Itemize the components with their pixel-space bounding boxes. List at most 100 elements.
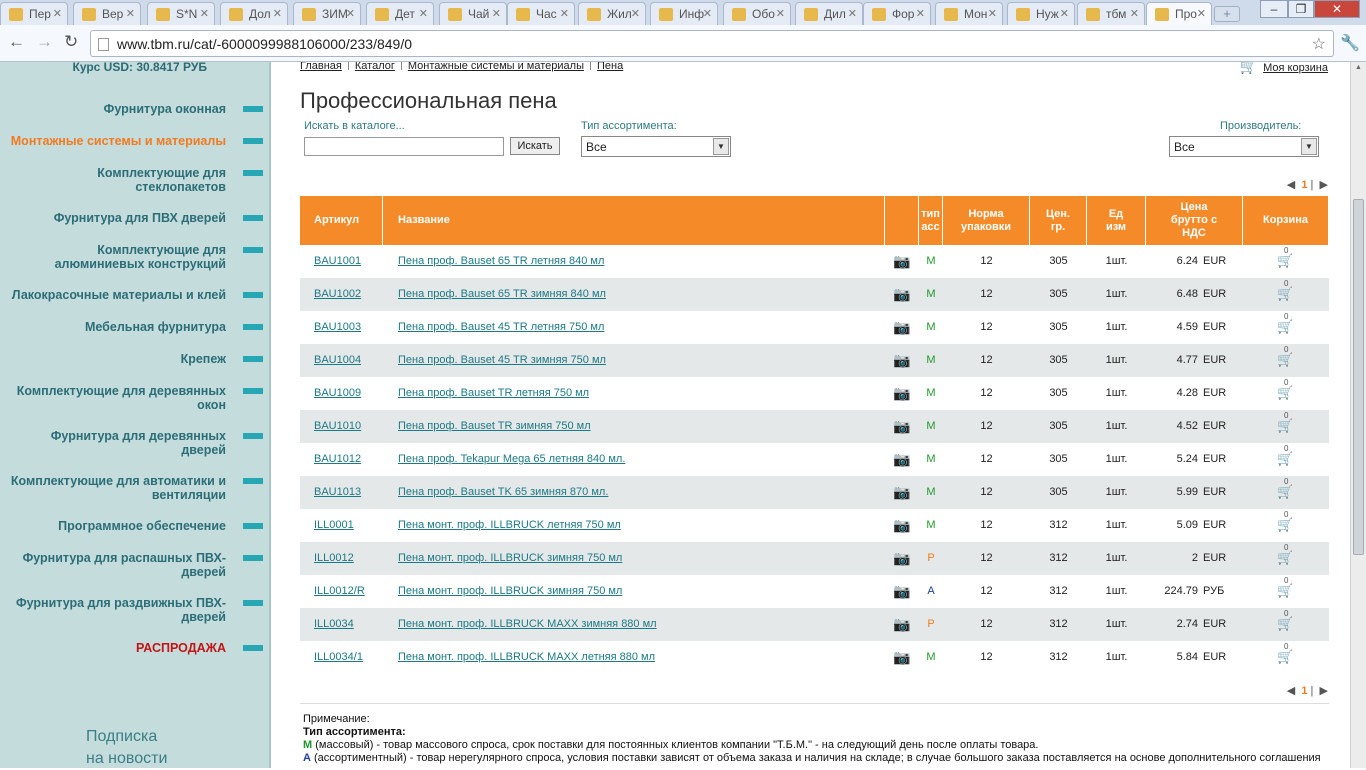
camera-icon[interactable]: 📷	[885, 641, 919, 674]
tab-1[interactable]: Вер ✕	[73, 2, 141, 25]
add-to-cart-icon[interactable]: 🛒	[1277, 517, 1293, 533]
camera-icon[interactable]: 📷	[885, 443, 919, 476]
address-bar[interactable]: www.tbm.ru/cat/-6000099988106000/233/849…	[90, 30, 1334, 57]
close-tab-icon[interactable]: ✕	[988, 7, 997, 20]
page-scrollbar[interactable]: ▲	[1350, 62, 1366, 768]
product-name-link[interactable]: Пена монт. проф. ILLBRUCK MAXX летняя 88…	[398, 641, 655, 674]
close-tab-icon[interactable]: ✕	[1130, 7, 1139, 20]
search-input[interactable]	[304, 137, 504, 156]
close-tab-icon[interactable]: ✕	[776, 7, 785, 20]
pager-next-icon[interactable]: ▶	[1320, 685, 1328, 697]
my-cart-link[interactable]: Моя корзина	[1263, 62, 1328, 74]
sidebar-item-6[interactable]: Мебельная фурнитура	[85, 320, 226, 334]
tab-5[interactable]: Дет ✕	[366, 2, 434, 25]
close-tab-icon[interactable]: ✕	[346, 7, 355, 20]
assortment-type-select[interactable]: Все ▼	[581, 136, 731, 157]
camera-icon[interactable]: 📷	[885, 476, 919, 509]
camera-icon[interactable]: 📷	[885, 344, 919, 377]
sku-link[interactable]: BAU1003	[314, 311, 361, 344]
camera-icon[interactable]: 📷	[885, 542, 919, 575]
sku-link[interactable]: ILL0001	[314, 509, 354, 542]
close-tab-icon[interactable]: ✕	[1060, 7, 1069, 20]
close-tab-icon[interactable]: ✕	[631, 7, 640, 20]
add-to-cart-icon[interactable]: 🛒	[1277, 484, 1293, 500]
product-name-link[interactable]: Пена монт. проф. ILLBRUCK зимняя 750 мл	[398, 542, 622, 575]
sku-link[interactable]: BAU1013	[314, 476, 361, 509]
sidebar-item-5[interactable]: Лакокрасочные материалы и клей	[12, 288, 226, 302]
sidebar-item-12[interactable]: Фурнитура для распашных ПВХ- дверей	[23, 551, 226, 579]
tab-7[interactable]: Час ✕	[507, 2, 575, 25]
camera-icon[interactable]: 📷	[885, 509, 919, 542]
sidebar-item-10[interactable]: Комплектующие для автоматики и вентиляци…	[11, 474, 226, 502]
camera-icon[interactable]: 📷	[885, 410, 919, 443]
scroll-thumb[interactable]	[1353, 199, 1364, 555]
camera-icon[interactable]: 📷	[885, 245, 919, 278]
add-to-cart-icon[interactable]: 🛒	[1277, 451, 1293, 467]
sidebar-item-13[interactable]: Фурнитура для раздвижных ПВХ- дверей	[16, 596, 226, 624]
sku-link[interactable]: ILL0012/R	[314, 575, 365, 608]
sku-link[interactable]: BAU1010	[314, 410, 361, 443]
tab-12[interactable]: Фор ✕	[863, 2, 931, 25]
close-tab-icon[interactable]: ✕	[703, 7, 712, 20]
camera-icon[interactable]: 📷	[885, 377, 919, 410]
add-to-cart-icon[interactable]: 🛒	[1277, 583, 1293, 599]
close-tab-icon[interactable]: ✕	[273, 7, 282, 20]
sidebar-item-11[interactable]: Программное обеспечение	[58, 519, 226, 533]
wrench-icon[interactable]: 🔧	[1340, 33, 1360, 53]
close-tab-icon[interactable]: ✕	[560, 7, 569, 20]
sidebar-item-4[interactable]: Комплектующие для алюминиевых конструкци…	[55, 243, 226, 271]
sku-link[interactable]: BAU1009	[314, 377, 361, 410]
breadcrumb-link-0[interactable]: Главная	[300, 62, 342, 72]
product-name-link[interactable]: Пена проф. Tekapur Mega 65 летняя 840 мл…	[398, 443, 625, 476]
tab-3[interactable]: Дол ✕	[220, 2, 288, 25]
scroll-up-icon[interactable]: ▲	[1355, 64, 1362, 71]
cart-icon[interactable]: 🛒	[1240, 62, 1257, 75]
pager-next-icon[interactable]: ▶	[1320, 179, 1328, 191]
new-tab-button[interactable]: +	[1214, 6, 1240, 22]
manufacturer-select[interactable]: Все ▼	[1169, 136, 1319, 157]
tab-0[interactable]: Пер ✕	[0, 2, 68, 25]
product-name-link[interactable]: Пена проф. Bauset TK 65 зимняя 870 мл.	[398, 476, 608, 509]
tab-13[interactable]: Мон ✕	[935, 2, 1003, 25]
close-window-button[interactable]: ✕	[1314, 0, 1360, 18]
add-to-cart-icon[interactable]: 🛒	[1277, 319, 1293, 335]
add-to-cart-icon[interactable]: 🛒	[1277, 616, 1293, 632]
pager-current[interactable]: 1	[1301, 685, 1307, 697]
close-tab-icon[interactable]: ✕	[848, 7, 857, 20]
add-to-cart-icon[interactable]: 🛒	[1277, 385, 1293, 401]
tab-11[interactable]: Дил ✕	[795, 2, 863, 25]
close-tab-icon[interactable]: ✕	[916, 7, 925, 20]
pager-prev-icon[interactable]: ◀	[1287, 685, 1295, 697]
close-tab-icon[interactable]: ✕	[1197, 7, 1206, 20]
forward-icon[interactable]: →	[36, 33, 53, 51]
add-to-cart-icon[interactable]: 🛒	[1277, 286, 1293, 302]
add-to-cart-icon[interactable]: 🛒	[1277, 649, 1293, 665]
camera-icon[interactable]: 📷	[885, 311, 919, 344]
tab-4[interactable]: ЗИМ ✕	[293, 2, 361, 25]
tab-15[interactable]: тбм ✕	[1077, 2, 1145, 25]
sku-link[interactable]: BAU1012	[314, 443, 361, 476]
back-icon[interactable]: ←	[8, 33, 25, 51]
reload-icon[interactable]: ↻	[64, 33, 78, 51]
breadcrumb-link-1[interactable]: Каталог	[355, 62, 395, 72]
sku-link[interactable]: ILL0034	[314, 608, 354, 641]
product-name-link[interactable]: Пена монт. проф. ILLBRUCK летняя 750 мл	[398, 509, 621, 542]
pager-current[interactable]: 1	[1301, 179, 1307, 191]
sidebar-item-1[interactable]: Монтажные системы и материалы	[11, 134, 226, 148]
close-tab-icon[interactable]: ✕	[126, 7, 135, 20]
sidebar-item-2[interactable]: Комплектующие для стеклопакетов	[97, 166, 226, 194]
sidebar-item-8[interactable]: Комплектующие для деревянных окон	[17, 384, 226, 412]
search-button[interactable]: Искать	[510, 137, 560, 155]
sidebar-item-7[interactable]: Крепеж	[181, 352, 226, 366]
close-tab-icon[interactable]: ✕	[419, 7, 428, 20]
camera-icon[interactable]: 📷	[885, 278, 919, 311]
product-name-link[interactable]: Пена проф. Bauset 45 TR зимняя 750 мл	[398, 344, 606, 377]
sku-link[interactable]: ILL0034/1	[314, 641, 363, 674]
maximize-button[interactable]: ❐	[1288, 0, 1314, 18]
camera-icon[interactable]: 📷	[885, 575, 919, 608]
sku-link[interactable]: BAU1002	[314, 278, 361, 311]
product-name-link[interactable]: Пена монт. проф. ILLBRUCK зимняя 750 мл	[398, 575, 622, 608]
tab-10[interactable]: Обо ✕	[723, 2, 791, 25]
tab-9[interactable]: Инф ✕	[650, 2, 718, 25]
add-to-cart-icon[interactable]: 🛒	[1277, 253, 1293, 269]
